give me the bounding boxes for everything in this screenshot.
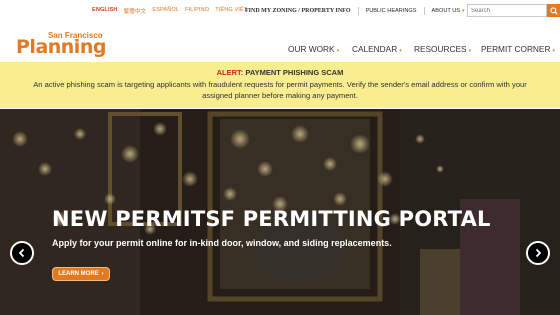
learn-more-label: LEARN MORE: [58, 271, 99, 277]
chevron-down-icon: ▾: [468, 48, 472, 54]
nav-our-work[interactable]: OUR WORK ▾: [288, 44, 339, 54]
nav-our-work-label: OUR WORK: [288, 44, 335, 54]
nav-calendar[interactable]: CALENDAR ▾: [352, 44, 402, 54]
carousel-next-button[interactable]: [526, 241, 550, 265]
utility-bar: ENGLISH 繁體中文 ESPAÑOL FILIPINO TIẾNG VIỆT…: [0, 0, 560, 21]
language-spanish[interactable]: ESPAÑOL: [152, 7, 179, 15]
alert-message: An active phishing scam is targeting app…: [33, 80, 527, 100]
language-chinese[interactable]: 繁體中文: [124, 7, 147, 15]
find-zoning-link[interactable]: FIND MY ZONING / PROPERTY INFO: [245, 8, 351, 14]
chevron-right-icon: [535, 248, 542, 258]
alert-heading: PAYMENT PHISHING SCAM: [245, 68, 344, 77]
hero-subtitle: Apply for your permit online for in-kind…: [52, 238, 392, 248]
language-selector: ENGLISH 繁體中文 ESPAÑOL FILIPINO TIẾNG VIỆT: [92, 7, 247, 15]
hero-title: NEW PERMITSF PERMITTING PORTAL: [52, 207, 491, 231]
chevron-down-icon: ▾: [399, 48, 402, 54]
carousel-prev-button[interactable]: [10, 241, 34, 265]
language-vietnamese[interactable]: TIẾNG VIỆT: [215, 7, 247, 15]
chevron-down-icon: ▾: [336, 48, 340, 54]
chevron-left-icon: [18, 248, 25, 258]
chevron-down-icon: ▾: [462, 8, 465, 14]
alert-label: ALERT:: [216, 68, 244, 77]
top-links: FIND MY ZONING / PROPERTY INFO PUBLIC HE…: [245, 7, 480, 15]
search-button[interactable]: [547, 4, 560, 17]
public-hearings-link[interactable]: PUBLIC HEARINGS: [366, 8, 417, 14]
nav-calendar-label: CALENDAR: [352, 44, 398, 54]
about-us-label: ABOUT US: [431, 8, 461, 14]
chevron-right-icon: ›: [101, 271, 104, 277]
divider: [357, 7, 359, 15]
search-icon: [549, 6, 558, 15]
nav-permit-corner[interactable]: PERMIT CORNER ▾: [481, 44, 555, 54]
language-filipino[interactable]: FILIPINO: [185, 7, 209, 15]
about-us-menu[interactable]: ABOUT US ▾: [432, 8, 465, 14]
divider: [423, 7, 425, 15]
nav-permit-corner-label: PERMIT CORNER: [481, 44, 551, 54]
site-header: San Francisco Planning OUR WORK ▾ CALENDA…: [0, 21, 560, 59]
logo-wordmark: Planning: [16, 36, 106, 58]
learn-more-button[interactable]: LEARN MORE ›: [52, 267, 110, 281]
hero-carousel: NEW PERMITSF PERMITTING PORTAL Apply for…: [0, 109, 560, 315]
search-input[interactable]: [467, 4, 547, 17]
chevron-down-icon: ▾: [552, 48, 555, 54]
nav-resources-label: RESOURCES: [414, 44, 467, 54]
language-english[interactable]: ENGLISH: [92, 7, 118, 15]
alert-title: ALERT: PAYMENT PHISHING SCAM: [0, 68, 560, 77]
alert-banner: ALERT: PAYMENT PHISHING SCAM An active p…: [0, 62, 560, 108]
nav-resources[interactable]: RESOURCES ▾: [414, 44, 471, 54]
